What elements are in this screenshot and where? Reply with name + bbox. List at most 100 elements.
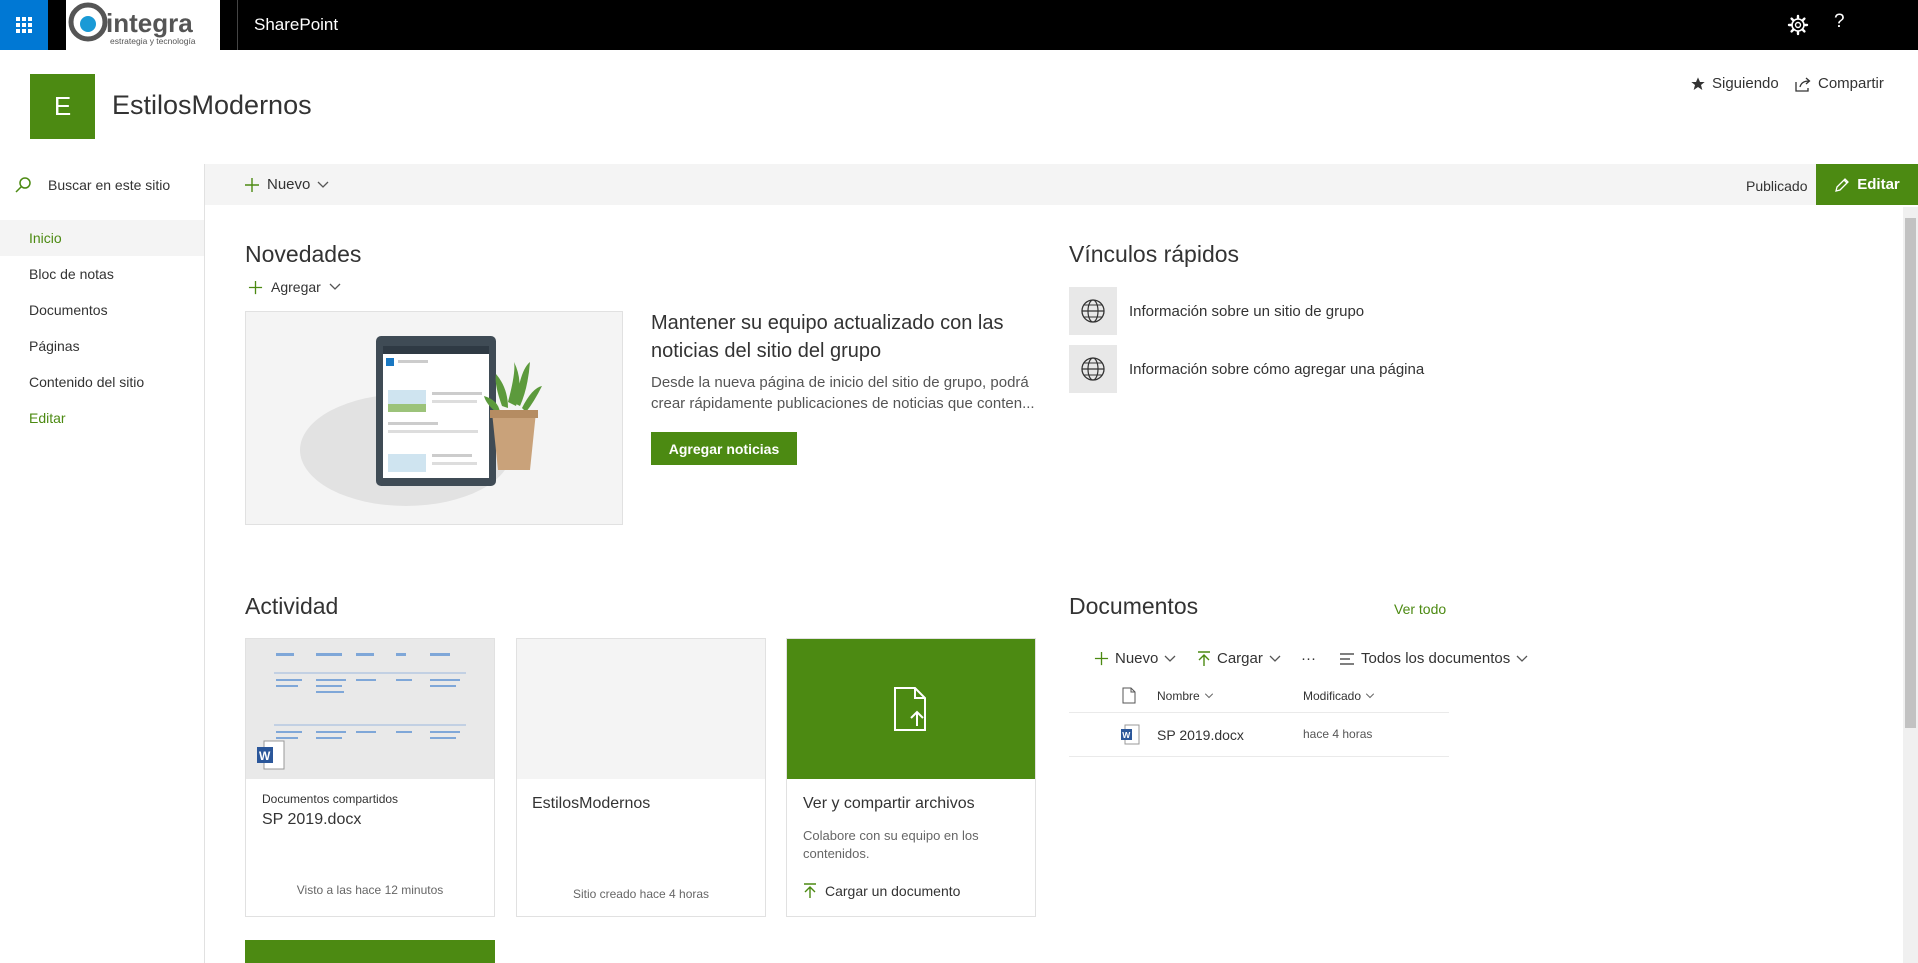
column-header-name[interactable]: Nombre — [1157, 689, 1214, 703]
news-description: Desde la nueva página de inicio del siti… — [651, 374, 1035, 412]
list-view-icon — [1340, 652, 1354, 665]
svg-text:W: W — [1122, 730, 1131, 740]
search-icon — [15, 177, 31, 193]
left-nav-divider — [204, 164, 205, 963]
documents-section-title: Documentos — [1069, 593, 1199, 619]
svg-text:integra: integra — [106, 8, 193, 38]
chevron-down-icon — [1204, 693, 1213, 699]
quicklink-item[interactable]: Información sobre cómo agregar una págin… — [1069, 345, 1424, 393]
edit-page-button[interactable]: Editar — [1816, 164, 1918, 205]
quicklink-item[interactable]: Información sobre un sitio de grupo — [1069, 287, 1364, 335]
table-row[interactable]: W SP 2019.docx hace 4 horas — [1069, 713, 1449, 756]
see-all-link[interactable]: Ver todo — [1394, 601, 1446, 617]
nav-edit-link[interactable]: Editar — [0, 400, 204, 436]
follow-label: Siguiendo — [1712, 75, 1779, 92]
news-add-button[interactable]: Agregar — [248, 279, 341, 295]
nav-item-documentos[interactable]: Documentos — [0, 292, 204, 328]
activity-card-document[interactable]: W Documentos compartidos SP 2019.docx Vi… — [245, 638, 495, 917]
chevron-down-icon — [317, 181, 329, 188]
news-headline[interactable]: Mantener su equipo actualizado con las n… — [651, 309, 1051, 365]
share-button[interactable]: Compartir — [1794, 75, 1884, 92]
pencil-icon — [1835, 177, 1850, 192]
documents-more-button[interactable]: ··· — [1301, 650, 1316, 667]
quicklink-label: Información sobre un sitio de grupo — [1129, 302, 1365, 320]
gear-icon — [1787, 14, 1809, 36]
nav-item-bloc-de-notas[interactable]: Bloc de notas — [0, 256, 204, 292]
word-file-icon: W — [257, 740, 285, 770]
follow-button[interactable]: Siguiendo — [1690, 75, 1779, 92]
news-illustration — [245, 311, 623, 525]
chevron-down-icon — [1269, 655, 1281, 662]
command-bar — [205, 164, 1918, 205]
site-thumbnail — [517, 639, 765, 779]
suite-bar: integra estrategia y tecnología SharePoi… — [0, 0, 1918, 50]
documents-new-button[interactable]: Nuevo — [1094, 650, 1176, 667]
upload-arrow-icon — [804, 883, 816, 898]
files-thumbnail — [787, 639, 1035, 779]
nav-item-contenido-del-sitio[interactable]: Contenido del sitio — [0, 364, 204, 400]
chevron-down-icon — [1365, 693, 1375, 699]
card-footer: Visto a las hace 12 minutos — [296, 883, 444, 897]
new-label: Nuevo — [267, 176, 311, 193]
add-news-button[interactable]: Agregar noticias — [651, 432, 797, 465]
edit-label: Editar — [1857, 176, 1900, 193]
nav-item-inicio[interactable]: Inicio — [0, 220, 204, 256]
site-logo[interactable]: E — [30, 74, 95, 139]
documents-upload-button[interactable]: Cargar — [1197, 650, 1281, 667]
activity-card-site[interactable]: EstilosModernos Sitio creado hace 4 hora… — [516, 638, 766, 917]
card-category: Documentos compartidos — [262, 792, 399, 806]
upload-arrow-icon — [1198, 650, 1210, 666]
site-title[interactable]: EstilosModernos — [112, 90, 312, 121]
suite-divider — [237, 0, 238, 50]
search-input[interactable]: Buscar en este sitio — [48, 177, 170, 193]
news-section-title: Novedades — [245, 241, 362, 267]
chevron-down-icon — [329, 283, 341, 290]
plus-icon — [245, 177, 259, 192]
documents-new-label: Nuevo — [1115, 650, 1159, 667]
documents-upload-label: Cargar — [1217, 650, 1263, 667]
scrollbar-thumb[interactable] — [1905, 218, 1916, 728]
card-description: Colabore con su equipo en los contenidos… — [803, 828, 979, 861]
document-name[interactable]: SP 2019.docx — [1157, 727, 1244, 743]
app-launcher-button[interactable] — [0, 0, 48, 50]
published-status: Publicado — [1746, 178, 1808, 194]
quicklink-label: Información sobre cómo agregar una págin… — [1129, 360, 1425, 378]
document-modified: hace 4 horas — [1303, 727, 1373, 741]
card-title: SP 2019.docx — [262, 811, 362, 828]
share-label: Compartir — [1818, 75, 1884, 92]
plus-icon — [1094, 651, 1109, 666]
globe-icon — [1069, 345, 1117, 393]
company-logo[interactable]: integra estrategia y tecnología — [66, 0, 220, 50]
settings-button[interactable] — [1784, 12, 1812, 38]
help-button[interactable]: ? — [1834, 11, 1845, 33]
card-title: EstilosModernos — [532, 795, 651, 812]
quicklinks-section-title: Vínculos rápidos — [1069, 241, 1240, 267]
new-menu-button[interactable]: Nuevo — [244, 176, 329, 193]
card-title: Ver y compartir archivos — [803, 795, 975, 812]
nav-item-paginas[interactable]: Páginas — [0, 328, 204, 364]
news-add-label: Agregar — [271, 279, 321, 295]
site-search[interactable]: Buscar en este sitio — [0, 164, 205, 205]
table-row-divider — [1069, 756, 1449, 757]
tablet-plant-illustration — [300, 336, 542, 506]
activity-card-files[interactable]: Ver y compartir archivos Colabore con su… — [786, 638, 1036, 917]
star-icon — [1691, 76, 1705, 90]
waffle-icon — [16, 17, 32, 33]
globe-icon — [1069, 287, 1117, 335]
app-title[interactable]: SharePoint — [254, 15, 338, 35]
word-file-icon: W — [1121, 724, 1140, 745]
chevron-down-icon — [1164, 655, 1176, 662]
file-type-header-icon[interactable] — [1122, 687, 1136, 704]
column-header-modified-label: Modificado — [1303, 689, 1362, 703]
documents-view-label: Todos los documentos — [1361, 650, 1511, 667]
upload-document-link[interactable]: Cargar un documento — [803, 883, 960, 899]
svg-text:W: W — [259, 749, 271, 763]
activity-card-partial[interactable] — [245, 940, 495, 963]
activity-section-title: Actividad — [245, 593, 339, 619]
documents-view-selector[interactable]: Todos los documentos — [1339, 650, 1528, 667]
upload-file-icon — [894, 687, 926, 731]
svg-text:estrategia y tecnología: estrategia y tecnología — [110, 36, 196, 46]
card-footer: Sitio creado hace 4 horas — [572, 887, 710, 901]
column-header-name-label: Nombre — [1157, 689, 1200, 703]
column-header-modified[interactable]: Modificado — [1303, 689, 1375, 703]
